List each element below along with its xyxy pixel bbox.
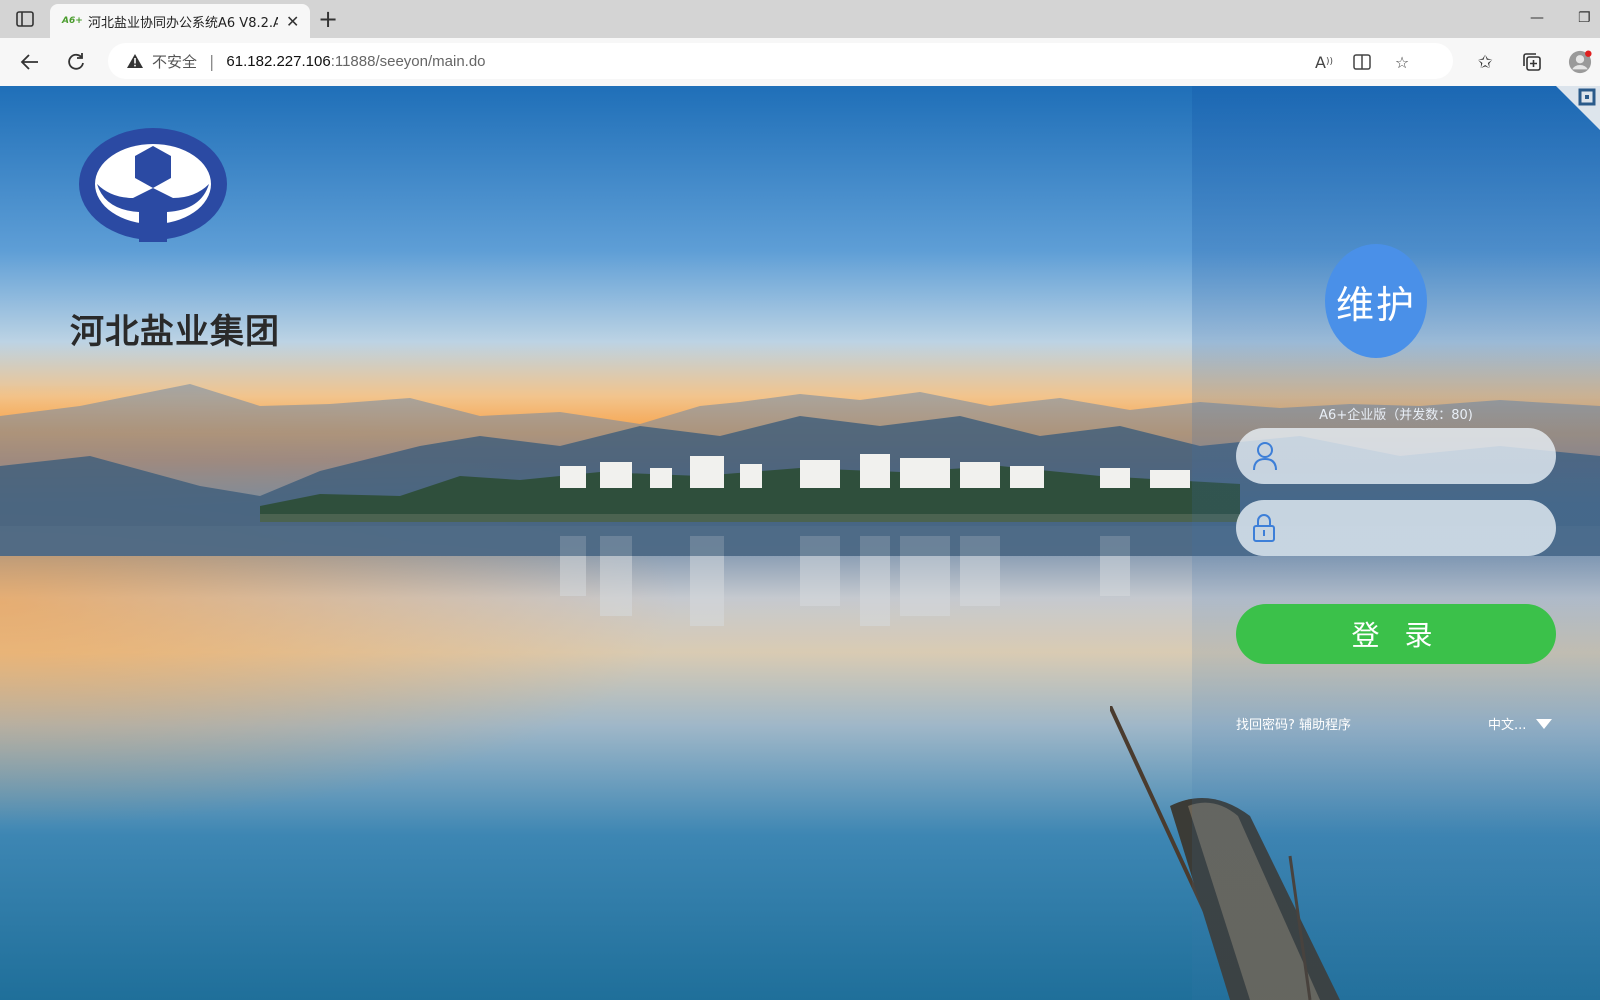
back-arrow-icon[interactable] xyxy=(18,50,42,74)
url-path[interactable]: :11888/seeyon/main.do xyxy=(331,53,486,70)
url-bar[interactable]: 不安全 | 61.182.227.106:11888/seeyon/main.d… xyxy=(108,43,1453,79)
login-page: 河北盐业集团 维护 A6+企业版（并发数：80) 登 录 找回密码? 辅助程序 … xyxy=(0,86,1600,1000)
collections-icon[interactable] xyxy=(1520,50,1544,74)
username-field[interactable] xyxy=(1236,428,1556,484)
restore-icon[interactable]: ❐ xyxy=(1578,10,1591,26)
star-add-icon[interactable]: ☆ xyxy=(1391,51,1413,73)
read-aloud-icon[interactable]: A)) xyxy=(1313,51,1335,73)
favorites-icon[interactable]: ✩ xyxy=(1473,50,1497,74)
minimize-icon[interactable]: — xyxy=(1530,10,1544,26)
language-label[interactable]: 中文... xyxy=(1488,714,1526,733)
user-icon xyxy=(1252,441,1282,471)
user-avatar: 维护 xyxy=(1325,244,1427,358)
a6-favicon-icon: A6+ xyxy=(62,16,83,26)
edition-label: A6+企业版（并发数：80) xyxy=(1319,408,1473,423)
caret-down-icon[interactable] xyxy=(1536,718,1553,729)
refresh-icon[interactable] xyxy=(64,50,88,74)
warning-icon[interactable] xyxy=(126,53,144,69)
company-name: 河北盐业集团 xyxy=(70,312,280,352)
address-bar-row: 不安全 | 61.182.227.106:11888/seeyon/main.d… xyxy=(0,38,1600,87)
salt-group-emblem-icon xyxy=(79,128,227,242)
url-host[interactable]: 61.182.227.106 xyxy=(226,53,330,70)
profile-icon[interactable] xyxy=(1568,50,1592,74)
password-input[interactable] xyxy=(1292,507,1546,549)
url-separator: | xyxy=(209,51,215,71)
split-screen-icon[interactable] xyxy=(1351,51,1373,73)
lock-icon xyxy=(1252,513,1282,543)
helper-program-link[interactable]: 辅助程序 xyxy=(1299,718,1351,733)
help-links: 找回密码? 辅助程序 xyxy=(1236,714,1351,733)
active-tab[interactable]: A6+ 河北盐业协同办公系统A6 V8.2.A6 ✕ xyxy=(50,4,310,38)
tab-title: 河北盐业协同办公系统A6 V8.2.A6 xyxy=(88,15,278,31)
language-select[interactable]: 中文... xyxy=(1488,714,1553,733)
close-tab-icon[interactable]: ✕ xyxy=(286,12,299,31)
username-input[interactable] xyxy=(1292,435,1546,477)
login-panel: 维护 A6+企业版（并发数：80) 登 录 找回密码? 辅助程序 中文... xyxy=(1192,86,1600,1000)
new-tab-icon[interactable]: + xyxy=(318,6,338,32)
tab-strip: A6+ 河北盐业协同办公系统A6 V8.2.A6 ✕ + — ❐ xyxy=(0,0,1600,38)
retrieve-password-link[interactable]: 找回密码? xyxy=(1236,718,1295,733)
qr-code-icon[interactable] xyxy=(1556,86,1600,130)
sidebar-icon[interactable] xyxy=(14,8,36,30)
security-label[interactable]: 不安全 xyxy=(152,51,197,72)
password-field[interactable] xyxy=(1236,500,1556,556)
login-button[interactable]: 登 录 xyxy=(1236,604,1556,664)
